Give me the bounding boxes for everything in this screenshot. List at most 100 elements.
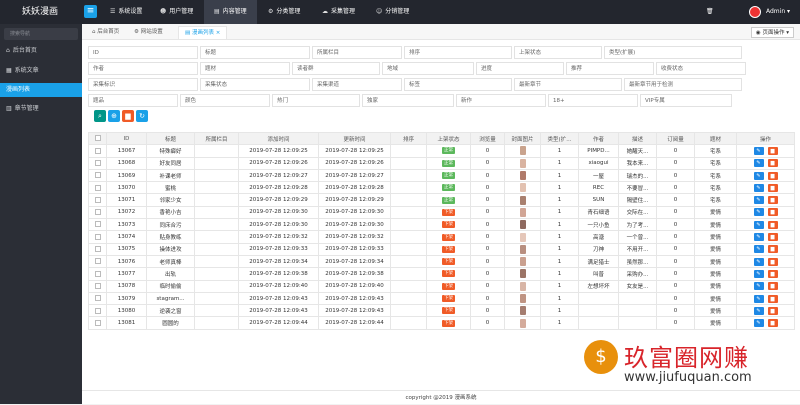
delete-icon[interactable]: ▆ <box>767 306 778 315</box>
delete-icon[interactable]: ▆ <box>767 282 778 291</box>
avatar[interactable] <box>749 6 761 18</box>
row-checkbox[interactable] <box>88 230 107 244</box>
edit-icon[interactable]: ✎ <box>753 171 764 180</box>
row-checkbox[interactable] <box>88 304 107 318</box>
page-operations-button[interactable]: ◉ 页面操作 ▾ <box>750 27 794 38</box>
sidebar-item-articles[interactable]: ▦ 系统文章 <box>0 64 82 78</box>
status-badge[interactable]: 下架 <box>442 208 455 216</box>
edit-icon[interactable]: ✎ <box>753 183 764 192</box>
status-badge[interactable]: 下架 <box>442 319 455 327</box>
filter-progress[interactable]: 进度 <box>476 62 564 75</box>
cell-status[interactable]: 正常 <box>426 144 471 158</box>
cell-status[interactable]: 下架 <box>426 218 471 232</box>
row-checkbox[interactable] <box>88 193 107 207</box>
cell-status[interactable]: 正常 <box>426 156 471 170</box>
checkbox[interactable] <box>94 319 101 326</box>
filter-region[interactable]: 地域 <box>382 62 474 75</box>
filter-audience[interactable]: 读者群 <box>292 62 380 75</box>
edit-icon[interactable]: ✎ <box>753 196 764 205</box>
col-title[interactable]: 标题 <box>146 131 195 146</box>
nav-user-management[interactable]: ☻ 用户管理 <box>150 0 203 24</box>
status-badge[interactable]: 下架 <box>442 307 455 315</box>
filter-column[interactable]: 所属栏目 <box>312 46 402 59</box>
col-subs[interactable]: 订阅量 <box>656 131 695 146</box>
checkbox[interactable] <box>94 196 101 203</box>
status-badge[interactable]: 下架 <box>442 245 455 253</box>
status-badge[interactable]: 下架 <box>442 282 455 290</box>
row-checkbox[interactable] <box>88 168 107 183</box>
status-badge[interactable]: 下架 <box>442 221 455 229</box>
filter-recommend[interactable]: 推荐 <box>566 62 654 75</box>
delete-icon[interactable]: ▆ <box>767 196 778 205</box>
add-button[interactable]: ⊕ <box>108 110 120 122</box>
delete-icon[interactable]: ▆ <box>767 171 778 180</box>
row-checkbox[interactable] <box>88 254 107 269</box>
filter-status[interactable]: 上架状态 <box>514 46 602 59</box>
select-all-checkbox[interactable] <box>88 131 107 146</box>
filter-tags[interactable]: 标签 <box>404 78 512 91</box>
tab-site-settings[interactable]: ⚙ 网站设置 <box>128 26 169 39</box>
delete-icon[interactable]: ▆ <box>767 233 778 242</box>
checkbox[interactable] <box>94 209 101 216</box>
checkbox[interactable] <box>94 147 101 154</box>
refresh-button[interactable]: ↻ <box>136 110 148 122</box>
filter-sort[interactable]: 排序 <box>404 46 512 59</box>
row-checkbox[interactable] <box>88 156 107 170</box>
col-desc[interactable]: 描述 <box>618 131 657 146</box>
edit-icon[interactable]: ✎ <box>753 146 764 155</box>
search-button[interactable]: ⌕ <box>94 110 106 122</box>
status-badge[interactable]: 下架 <box>442 233 455 241</box>
delete-icon[interactable]: ▆ <box>767 245 778 254</box>
edit-icon[interactable]: ✎ <box>753 159 764 168</box>
menu-toggle-icon[interactable]: ≡ <box>84 5 97 18</box>
close-icon[interactable]: × <box>216 30 221 36</box>
filter-new[interactable]: 新作 <box>456 94 546 107</box>
delete-icon[interactable]: ▆ <box>767 146 778 155</box>
cell-status[interactable]: 下架 <box>426 205 471 220</box>
nav-system-settings[interactable]: ☰ 系统设置 <box>100 0 152 24</box>
col-add-time[interactable]: 添加时间 <box>238 131 319 146</box>
checkbox[interactable] <box>94 233 101 240</box>
sidebar-item-home[interactable]: ⌂ 后台首页 <box>0 44 82 58</box>
status-badge[interactable]: 正常 <box>442 184 455 192</box>
edit-icon[interactable]: ✎ <box>753 245 764 254</box>
row-checkbox[interactable] <box>88 267 107 281</box>
filter-author[interactable]: 作者 <box>88 62 198 75</box>
status-badge[interactable]: 下架 <box>442 258 455 266</box>
filter-collect-id[interactable]: 采集标识 <box>88 78 198 91</box>
status-badge[interactable]: 正常 <box>442 159 455 167</box>
sidebar-item-chapters[interactable]: ▥ 章节管理 <box>0 102 82 116</box>
edit-icon[interactable]: ✎ <box>753 208 764 217</box>
checkbox[interactable] <box>94 258 101 265</box>
cell-status[interactable]: 正常 <box>426 193 471 207</box>
checkbox[interactable] <box>94 159 101 166</box>
filter-id[interactable]: ID <box>88 46 198 59</box>
cell-status[interactable]: 下架 <box>426 279 471 293</box>
delete-icon[interactable]: ▆ <box>767 269 778 278</box>
delete-icon[interactable]: ▆ <box>767 220 778 229</box>
cell-status[interactable]: 下架 <box>426 230 471 244</box>
nav-collection-management[interactable]: ☁ 采集管理 <box>312 0 365 24</box>
cell-status[interactable]: 下架 <box>426 267 471 281</box>
status-badge[interactable]: 正常 <box>442 147 455 155</box>
delete-icon[interactable]: ▆ <box>767 319 778 328</box>
filter-collect-status[interactable]: 采集状态 <box>200 78 310 91</box>
filter-quality[interactable]: 题品 <box>88 94 178 107</box>
row-checkbox[interactable] <box>88 316 107 330</box>
delete-icon[interactable]: ▆ <box>767 208 778 217</box>
filter-latest-chapter[interactable]: 最新章节 <box>514 78 622 91</box>
filter-exclusive[interactable]: 独家 <box>362 94 454 107</box>
delete-button[interactable]: ▆ <box>122 110 134 122</box>
filter-type[interactable]: 类型(扩展) <box>604 46 742 59</box>
filter-color[interactable]: 颜色 <box>180 94 270 107</box>
col-author[interactable]: 作者 <box>578 131 619 146</box>
edit-icon[interactable]: ✎ <box>753 257 764 266</box>
tab-comic-list[interactable]: ▤ 漫画列表 × <box>178 26 228 39</box>
col-update-time[interactable]: 更新时间 <box>318 131 391 146</box>
row-checkbox[interactable] <box>88 205 107 220</box>
checkbox[interactable] <box>94 184 101 191</box>
delete-icon[interactable]: ▆ <box>767 159 778 168</box>
filter-genre[interactable]: 题材 <box>200 62 290 75</box>
row-checkbox[interactable] <box>88 291 107 306</box>
status-badge[interactable]: 下架 <box>442 295 455 302</box>
